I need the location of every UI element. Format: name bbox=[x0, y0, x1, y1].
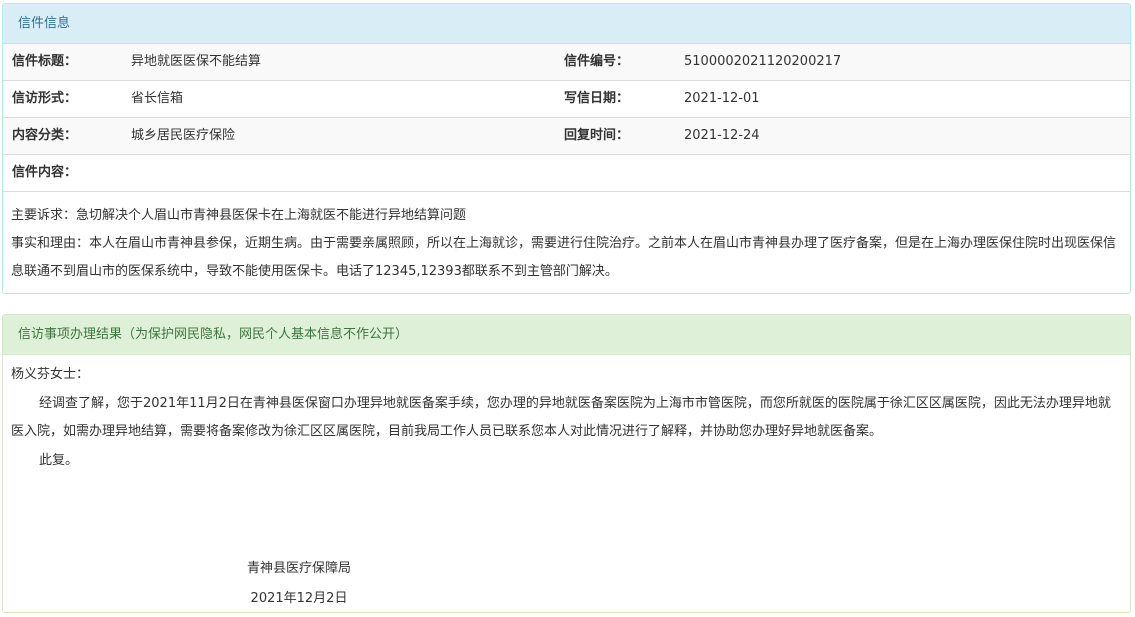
letter-main-request: 主要诉求：急切解决个人眉山市青神县医保卡在上海就医不能进行异地结算问题 bbox=[11, 208, 467, 223]
content-category-value: 城乡居民医疗保险 bbox=[131, 128, 236, 143]
letter-title-label: 信件标题： bbox=[12, 54, 78, 69]
letter-content: 主要诉求：急切解决个人眉山市青神县医保卡在上海就医不能进行异地结算问题 事实和理… bbox=[3, 192, 1130, 286]
info-row-content-label: 信件内容： bbox=[3, 155, 1130, 192]
reply-text: 经调查了解，您于2021年11月2日在青神县医保窗口办理异地就医备案手续，您办理… bbox=[11, 395, 1111, 440]
content-category-label: 内容分类： bbox=[12, 128, 78, 143]
reply-body: 杨义芬女士： 经调查了解，您于2021年11月2日在青神县医保窗口办理异地就医备… bbox=[3, 355, 1130, 475]
letter-info-panel: 信件信息 信件标题： 异地就医医保不能结算 信件编号： 510000202112… bbox=[2, 3, 1131, 294]
reply-time-label: 回复时间： bbox=[564, 128, 630, 143]
result-heading: 信访事项办理结果（为保护网民隐私，网民个人基本信息不作公开） bbox=[3, 315, 1130, 355]
write-date-label: 写信日期： bbox=[564, 91, 630, 106]
letter-title-value: 异地就医医保不能结算 bbox=[131, 54, 262, 69]
letter-facts-reasons: 事实和理由：本人在眉山市青神县参保，近期生病。由于需要亲属照顾，所以在上海就诊，… bbox=[11, 236, 1117, 279]
letter-number-value: 5100002021120200217 bbox=[684, 54, 842, 69]
reply-time-value: 2021-12-24 bbox=[684, 128, 760, 143]
info-row-category: 内容分类： 城乡居民医疗保险 回复时间： 2021-12-24 bbox=[3, 118, 1130, 155]
info-row-form: 信访形式： 省长信箱 写信日期： 2021-12-01 bbox=[3, 81, 1130, 118]
reply-date: 2021年12月2日 bbox=[250, 591, 348, 606]
write-date-value: 2021-12-01 bbox=[684, 91, 760, 106]
result-panel: 信访事项办理结果（为保护网民隐私，网民个人基本信息不作公开） 杨义芬女士： 经调… bbox=[2, 314, 1131, 613]
petition-form-label: 信访形式： bbox=[12, 91, 78, 106]
petition-form-value: 省长信箱 bbox=[131, 91, 184, 106]
reply-greeting: 杨义芬女士： bbox=[11, 367, 90, 382]
letter-info-heading: 信件信息 bbox=[3, 4, 1130, 44]
letter-content-label: 信件内容： bbox=[12, 165, 78, 180]
reply-organization: 青神县医疗保障局 bbox=[246, 561, 351, 576]
info-row-title: 信件标题： 异地就医医保不能结算 信件编号： 51000020211202002… bbox=[3, 44, 1130, 81]
letter-number-label: 信件编号： bbox=[564, 54, 630, 69]
reply-closing: 此复。 bbox=[39, 452, 79, 468]
